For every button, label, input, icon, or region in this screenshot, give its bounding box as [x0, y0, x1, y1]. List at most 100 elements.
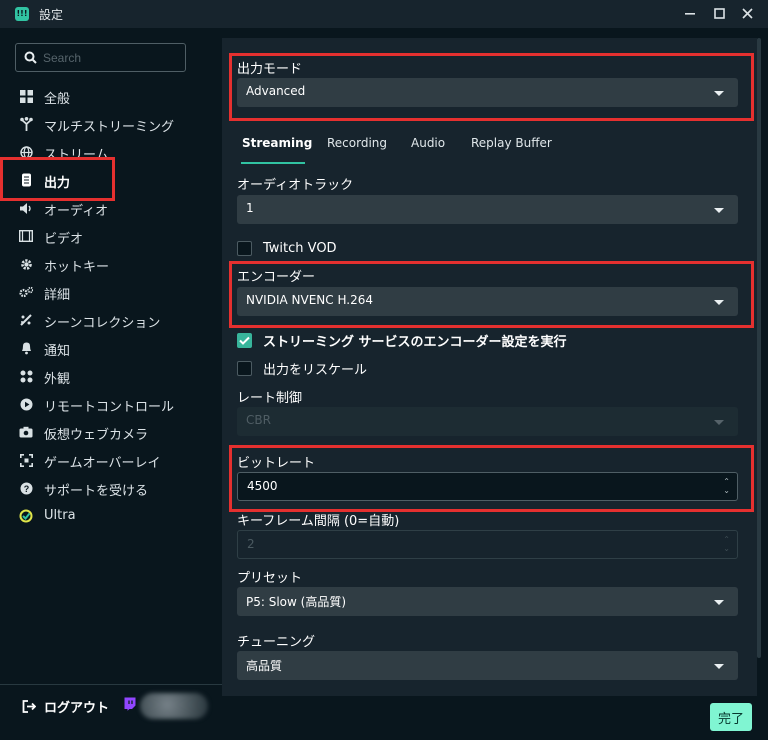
done-button[interactable]: 完了	[710, 703, 752, 731]
rescale-label: 出力をリスケール	[263, 362, 368, 378]
close-button[interactable]	[737, 4, 757, 22]
globe-icon	[19, 145, 33, 159]
encoder-value: NVIDIA NVENC H.264	[246, 293, 373, 307]
output-mode-label: 出力モード	[237, 62, 303, 77]
chevron-up-icon[interactable]: ⌃	[723, 477, 730, 486]
keyframe-interval-input: 2 ⌃ ⌄	[237, 530, 738, 559]
keyframe-interval-value: 2	[247, 537, 255, 551]
sidebar-item-label: 外観	[44, 372, 71, 387]
gears-icon	[19, 285, 33, 299]
sidebar-item-get-support[interactable]: ? サポートを受ける	[0, 474, 222, 502]
sidebar-item-label: ホットキー	[44, 260, 110, 275]
multistream-icon	[19, 117, 33, 131]
sidebar-item-stream[interactable]: ストリーム	[0, 138, 222, 166]
keyframe-interval-label: キーフレーム間隔 (0=自動)	[237, 514, 400, 529]
title-bar: !!! 設定	[0, 0, 768, 28]
tab-audio[interactable]: Audio	[411, 136, 445, 162]
sidebar-item-label: サポートを受ける	[44, 484, 149, 499]
sidebar-item-scene-collections[interactable]: シーンコレクション	[0, 306, 222, 334]
tuning-value: 高品質	[246, 659, 283, 673]
encoder-select[interactable]: NVIDIA NVENC H.264	[237, 287, 738, 316]
rate-control-select: CBR	[237, 407, 738, 436]
sidebar-item-advanced[interactable]: 詳細	[0, 278, 222, 306]
account-avatar[interactable]	[140, 693, 208, 719]
logout-label: ログアウト	[44, 700, 110, 716]
output-mode-select[interactable]: Advanced	[237, 78, 738, 107]
active-tab-indicator	[241, 162, 305, 164]
sidebar-item-label: 全般	[44, 92, 71, 107]
minimize-button[interactable]	[680, 4, 700, 22]
tab-replay-buffer[interactable]: Replay Buffer	[471, 136, 552, 162]
sidebar: 全般 マルチストリーミング ストリーム 出力 オーディオ ビデオ ホットキー 詳…	[0, 28, 222, 740]
twitch-icon	[124, 697, 136, 711]
chevron-down-icon: ⌄	[723, 544, 730, 553]
sidebar-item-multistreaming[interactable]: マルチストリーミング	[0, 110, 222, 138]
keyframe-stepper: ⌃ ⌄	[723, 535, 730, 553]
sidebar-item-label: Ultra	[44, 508, 76, 523]
chevron-down-icon	[714, 208, 724, 213]
sidebar-item-label: ゲームオーバーレイ	[44, 456, 161, 471]
chevron-up-icon: ⌃	[723, 535, 730, 544]
tuning-select[interactable]: 高品質	[237, 651, 738, 680]
preset-select[interactable]: P5: Slow (高品質)	[237, 587, 738, 616]
sidebar-item-label: マルチストリーミング	[44, 120, 175, 135]
sidebar-item-virtual-webcam[interactable]: 仮想ウェブカメラ	[0, 418, 222, 446]
bitrate-label: ビットレート	[237, 456, 316, 471]
bitrate-input[interactable]: 4500 ⌃ ⌄	[237, 472, 738, 501]
grid-icon	[19, 89, 33, 103]
window-title: 設定	[39, 8, 64, 22]
audio-track-value: 1	[246, 201, 254, 215]
scenes-icon	[19, 313, 33, 327]
sidebar-item-audio[interactable]: オーディオ	[0, 194, 222, 222]
logout-button[interactable]: ログアウト	[22, 695, 109, 717]
tab-recording[interactable]: Recording	[327, 136, 387, 162]
sidebar-item-game-overlay[interactable]: ゲームオーバーレイ	[0, 446, 222, 474]
checkbox-box[interactable]	[237, 360, 252, 376]
sidebar-item-label: 詳細	[44, 288, 71, 303]
search-input[interactable]	[43, 49, 183, 67]
sidebar-item-hotkeys[interactable]: ホットキー	[0, 250, 222, 278]
sidebar-item-appearance[interactable]: 外観	[0, 362, 222, 390]
grid-icon	[19, 369, 33, 383]
chevron-down-icon	[714, 600, 724, 605]
chevron-down-icon	[714, 420, 724, 425]
sidebar-item-general[interactable]: 全般	[0, 82, 222, 110]
tab-streaming[interactable]: Streaming	[242, 136, 312, 162]
sidebar-item-remote-control[interactable]: リモートコントロール	[0, 390, 222, 418]
audio-track-select[interactable]: 1	[237, 195, 738, 224]
bitrate-stepper[interactable]: ⌃ ⌄	[723, 477, 730, 495]
sidebar-item-label: 仮想ウェブカメラ	[44, 428, 149, 443]
enforce-service-encoder-checkbox[interactable]: ストリーミング サービスのエンコーダー設定を実行	[237, 330, 567, 350]
sidebar-item-label: 通知	[44, 344, 71, 359]
tuning-label: チューニング	[237, 635, 316, 650]
sidebar-item-output[interactable]: 出力	[0, 166, 222, 194]
chevron-down-icon	[714, 91, 724, 96]
chevron-down-icon	[714, 664, 724, 669]
sidebar-item-notifications[interactable]: 通知	[0, 334, 222, 362]
rescale-output-checkbox[interactable]: 出力をリスケール	[237, 358, 367, 378]
ultra-icon	[19, 509, 33, 523]
sidebar-item-ultra[interactable]: Ultra	[0, 502, 222, 530]
preset-value: P5: Slow (高品質)	[246, 595, 347, 609]
rate-control-value: CBR	[246, 413, 271, 427]
maximize-button[interactable]	[709, 4, 729, 22]
close-icon	[741, 7, 753, 19]
search-box[interactable]	[15, 43, 186, 72]
gear-icon	[19, 257, 33, 271]
output-icon	[19, 173, 33, 187]
checkbox-box[interactable]	[237, 240, 252, 256]
sidebar-item-label: ストリーム	[44, 148, 109, 163]
sidebar-footer: ログアウト	[0, 684, 222, 724]
search-icon	[24, 51, 37, 64]
twitch-vod-checkbox[interactable]: Twitch VOD	[237, 238, 337, 258]
logout-icon	[22, 699, 36, 713]
sidebar-item-label: リモートコントロール	[44, 400, 175, 415]
content-scrollbar[interactable]	[757, 38, 761, 658]
play-icon	[19, 397, 33, 411]
sidebar-item-label: 出力	[44, 176, 71, 191]
sidebar-item-video[interactable]: ビデオ	[0, 222, 222, 250]
svg-text:?: ?	[23, 484, 29, 494]
checkbox-box[interactable]	[237, 332, 252, 348]
chevron-down-icon[interactable]: ⌄	[723, 486, 730, 495]
settings-panel: 出力モード Advanced Streaming Recording Audio…	[222, 38, 757, 696]
